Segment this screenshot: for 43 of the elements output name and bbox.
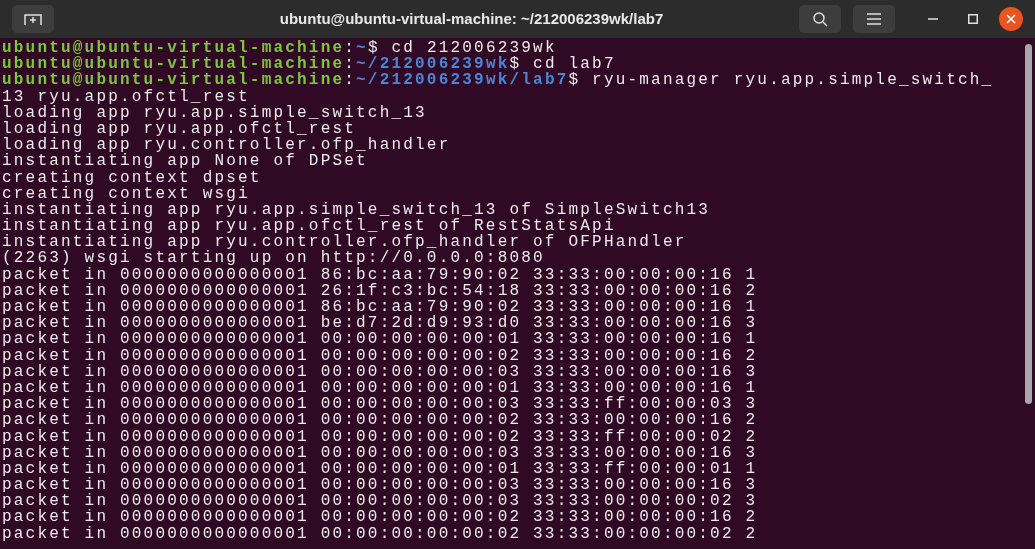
output-line: packet in 0000000000000001 86:bc:aa:79:90:02 33:33:00:00:00:16 1	[2, 266, 758, 283]
output-line: packet in 0000000000000001 00:00:00:00:00:03 33:33:00:00:00:02 3	[2, 493, 758, 510]
search-button[interactable]	[799, 5, 841, 33]
new-tab-icon	[24, 12, 42, 26]
output-line: instantiating app None of DPSet	[2, 153, 368, 170]
output-line: (2263) wsgi starting up on http://0.0.0.0:8080	[2, 250, 545, 267]
output-line: packet in 0000000000000001 00:00:00:00:00:01 33:33:ff:00:00:01 1	[2, 460, 758, 478]
menu-icon	[867, 13, 881, 25]
close-button[interactable]	[999, 7, 1023, 31]
output-line: instantiating app ryu.app.ofctl_rest of RestStatsApi	[2, 218, 616, 235]
output-line: instantiating app ryu.app.simple_switch_13 of SimpleSwitch13	[2, 201, 711, 219]
output-line: loading app ryu.controller.ofp_handler	[2, 137, 451, 154]
output-line: packet in 0000000000000001 00:00:00:00:00:01 33:33:00:00:00:16 1	[2, 379, 758, 397]
search-icon	[812, 11, 828, 27]
menu-button[interactable]	[853, 5, 895, 33]
prompt-line: ubuntu@ubuntu-virtual-machine:~/212006239wk/lab7$ ryu-manager ryu.app.simple_switch_	[2, 72, 994, 89]
output-line: packet in 0000000000000001 00:00:00:00:00:03 33:33:00:00:00:16 3	[2, 444, 758, 461]
prompt-line: ubuntu@ubuntu-virtual-machine:~/212006239wk$ cd lab7	[2, 56, 616, 73]
output-line: packet in 0000000000000001 86:bc:aa:79:90:02 33:33:00:00:00:16 1	[2, 299, 758, 316]
output-line: packet in 0000000000000001 00:00:00:00:00:02 33:33:00:00:00:16 2	[2, 412, 758, 429]
output-line: packet in 0000000000000001 00:00:00:00:00:02 33:33:00:00:00:02 2	[2, 525, 758, 542]
output-line: packet in 0000000000000001 00:00:00:00:00:02 33:33:00:00:00:16 2	[2, 509, 758, 526]
output-line: 13 ryu.app.ofctl_rest	[2, 88, 250, 105]
output-line: packet in 0000000000000001 26:1f:c3:bc:54:18 33:33:00:00:00:16 2	[2, 282, 758, 299]
output-line: packet in 0000000000000001 00:00:00:00:00:03 33:33:ff:00:00:03 3	[2, 396, 758, 413]
output-line: instantiating app ryu.controller.ofp_handler of OFPHandler	[2, 234, 687, 251]
output-line: packet in 0000000000000001 be:d7:2d:d9:93:d0 33:33:00:00:00:16 3	[2, 315, 758, 332]
output-line: creating context dpset	[2, 169, 262, 186]
new-tab-button[interactable]	[12, 5, 54, 33]
minimize-icon	[928, 18, 938, 20]
maximize-icon	[968, 14, 978, 24]
output-line: loading app ryu.app.ofctl_rest	[2, 120, 357, 138]
close-icon	[1006, 14, 1016, 24]
output-line: loading app ryu.app.simple_switch_13	[2, 104, 427, 121]
output-line: packet in 0000000000000001 00:00:00:00:00:03 33:33:00:00:00:16 3	[2, 477, 758, 494]
output-line: creating context wsgi	[2, 185, 250, 202]
prompt-line: ubuntu@ubuntu-virtual-machine:~$ cd 212006239wk	[2, 40, 557, 57]
scrollbar-thumb[interactable]	[1024, 44, 1032, 404]
output-line: packet in 0000000000000001 00:00:00:00:00:02 33:33:ff:00:00:02 2	[2, 428, 758, 445]
output-line: packet in 0000000000000001 00:00:00:00:00:01 33:33:00:00:00:16 1	[2, 331, 758, 348]
output-line: packet in 0000000000000001 00:00:00:00:00:03 33:33:00:00:00:16 3	[2, 363, 758, 380]
window-title: ubuntu@ubuntu-virtual-machine: ~/212006239wk/lab7	[279, 8, 664, 29]
output-line: packet in 0000000000000001 00:00:00:00:00:02 33:33:00:00:00:16 2	[2, 347, 758, 364]
